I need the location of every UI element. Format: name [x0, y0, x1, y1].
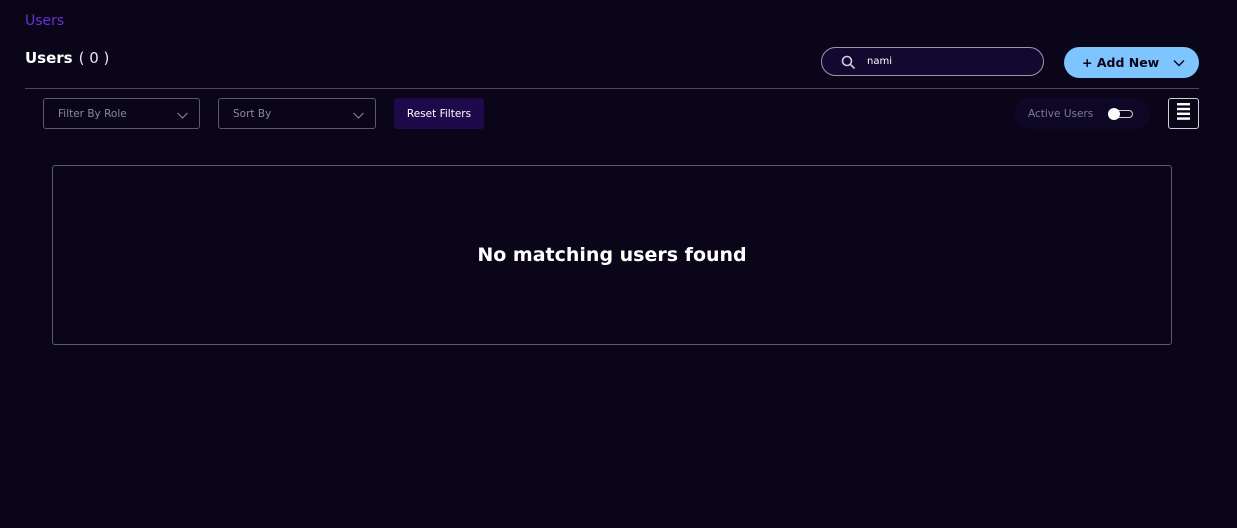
- search-icon: [840, 54, 855, 69]
- page-title: Users ( 0 ): [25, 49, 109, 67]
- reset-filters-button[interactable]: Reset Filters: [394, 98, 484, 129]
- empty-state-message: No matching users found: [477, 244, 747, 266]
- header-divider: [25, 88, 1199, 89]
- page-title-text: Users: [25, 49, 73, 67]
- users-page: Users Users ( 0 ) + Add New Filter By Ro…: [0, 0, 1237, 528]
- active-users-filter: Active Users: [1014, 98, 1150, 129]
- search-box[interactable]: [821, 47, 1044, 76]
- filter-by-role-label: Filter By Role: [58, 107, 127, 120]
- active-users-toggle[interactable]: [1108, 107, 1135, 120]
- sort-by-select[interactable]: Sort By: [218, 98, 376, 129]
- users-results-panel: No matching users found: [52, 165, 1172, 345]
- hamburger-menu-icon: [1177, 103, 1190, 124]
- filter-by-role-select[interactable]: Filter By Role: [43, 98, 200, 129]
- active-users-label: Active Users: [1028, 107, 1094, 120]
- chevron-down-icon: [177, 104, 188, 123]
- user-count: ( 0 ): [78, 49, 110, 67]
- search-input[interactable]: [865, 55, 1019, 68]
- breadcrumb[interactable]: Users: [25, 13, 64, 29]
- toggle-knob: [1108, 107, 1121, 120]
- chevron-down-icon: [353, 104, 364, 123]
- column-menu-button[interactable]: [1168, 98, 1199, 129]
- add-new-label: + Add New: [1082, 55, 1160, 70]
- sort-by-label: Sort By: [233, 107, 272, 120]
- add-new-button[interactable]: + Add New: [1064, 47, 1199, 78]
- chevron-down-icon[interactable]: [1173, 59, 1185, 67]
